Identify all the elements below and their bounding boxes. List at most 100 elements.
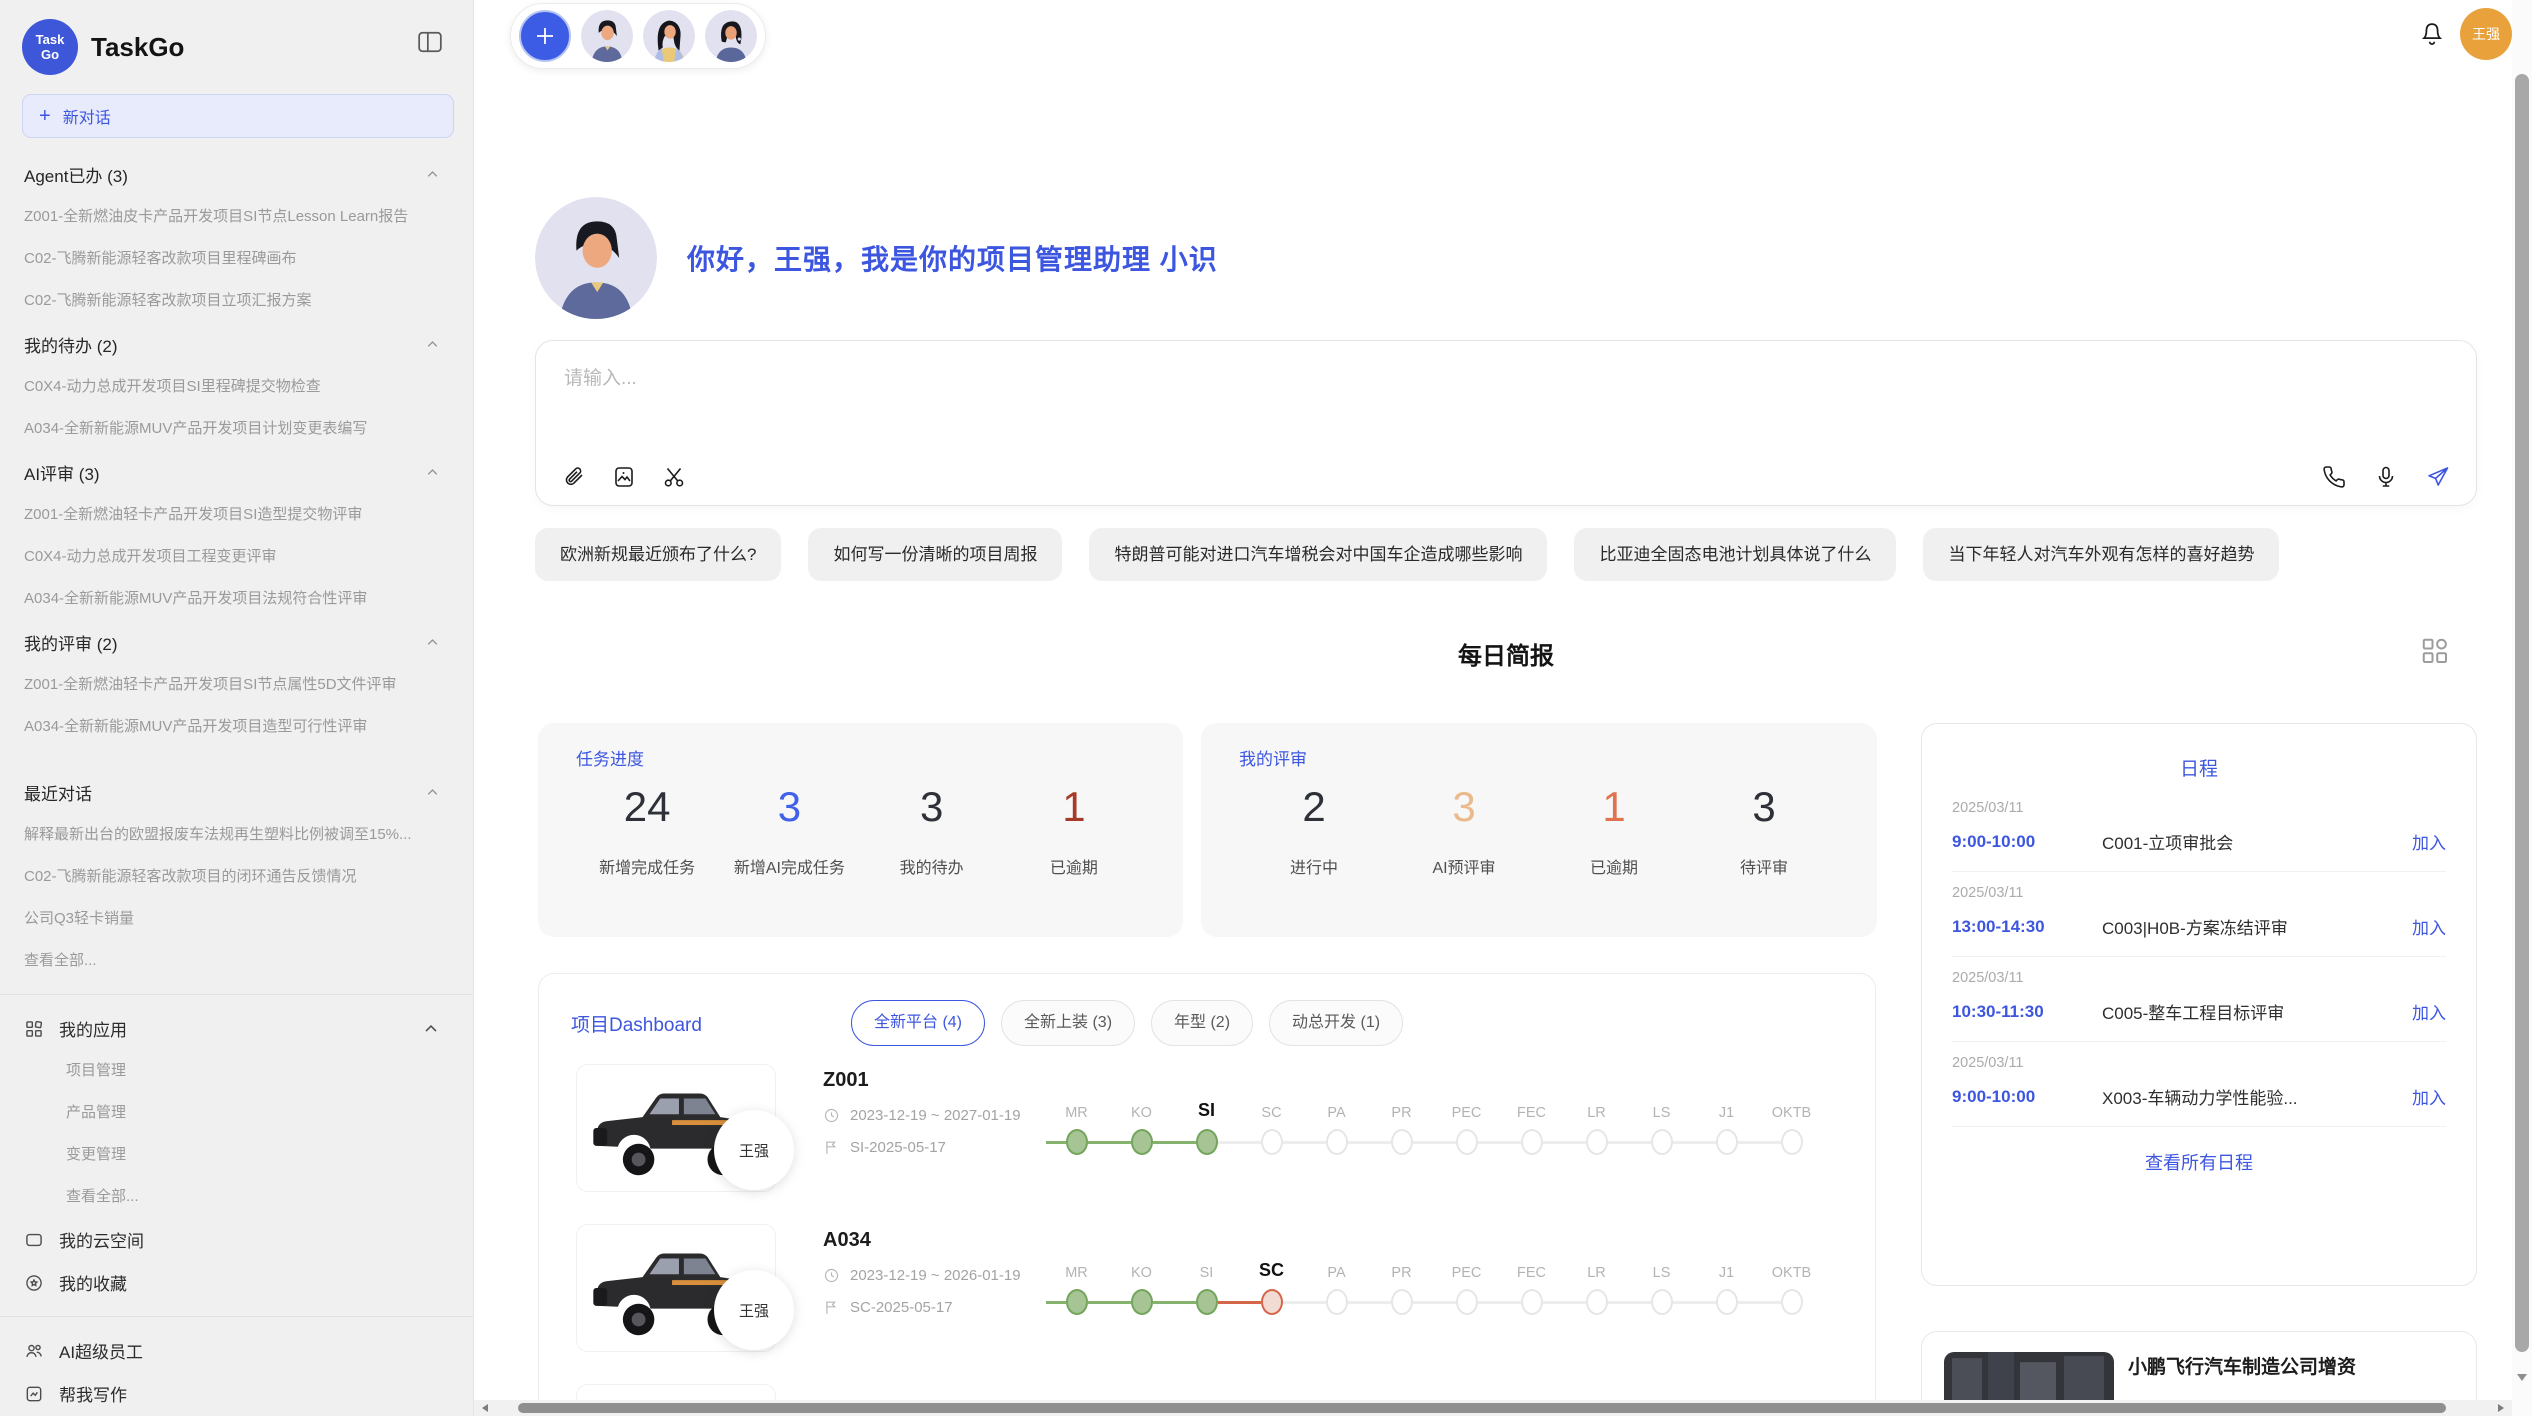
- sidebar-item-my-apps[interactable]: 我的应用: [0, 1007, 473, 1050]
- sidebar-section-header[interactable]: 我的待办 (2): [0, 322, 473, 366]
- sidebar-list-item[interactable]: A034-全新新能源MUV产品开发项目法规符合性评审: [0, 578, 473, 620]
- sidebar-list-item[interactable]: C0X4-动力总成开发项目SI里程碑提交物检查: [0, 366, 473, 408]
- sidebar-list-item[interactable]: Z001-全新燃油轻卡产品开发项目SI节点属性5D文件评审: [0, 664, 473, 706]
- stat: 3我的待办: [861, 784, 1003, 878]
- layout-grid-icon[interactable]: [2420, 636, 2450, 666]
- add-agent-button[interactable]: [519, 10, 571, 62]
- schedule-event-title: C001-立项审批会: [2102, 829, 2412, 854]
- sidebar-list-item[interactable]: 公司Q3轻卡销量: [0, 898, 473, 940]
- chat-input-card[interactable]: [535, 340, 2477, 506]
- suggestion-chip[interactable]: 比亚迪全固态电池计划具体说了什么: [1574, 528, 1896, 581]
- agent-avatar[interactable]: [581, 10, 633, 62]
- vertical-scrollbar-thumb[interactable]: [2515, 74, 2529, 1352]
- sidebar-list-item[interactable]: Z001-全新燃油轻卡产品开发项目SI造型提交物评审: [0, 494, 473, 536]
- dashboard-title: 项目Dashboard: [571, 1010, 851, 1037]
- project-dates: 2023-12-19 ~ 2026-01-19: [850, 1267, 1021, 1284]
- suggestion-chip[interactable]: 欧洲新规最近颁布了什么?: [535, 528, 781, 581]
- project-row[interactable]: 王强 A034 2023-12-19 ~ 2026-01-19 SC-2025-…: [539, 1221, 1875, 1381]
- sidebar-section-header[interactable]: Agent已办 (3): [0, 152, 473, 196]
- project-row[interactable]: 王强 Z001 2023-12-19 ~ 2027-01-19 SI-2025-…: [539, 1061, 1875, 1221]
- sidebar-item-cloud-space[interactable]: 我的云空间: [0, 1218, 473, 1261]
- image-icon[interactable]: [612, 465, 636, 489]
- join-link[interactable]: 加入: [2412, 914, 2446, 939]
- sidebar-list-item[interactable]: 解释最新出台的欧盟报废车法规再生塑料比例被调至15%...: [0, 814, 473, 856]
- milestone-label: LS: [1629, 1105, 1694, 1121]
- filter-pill[interactable]: 全新平台 (4): [851, 1000, 985, 1046]
- milestone-label: SI: [1174, 1265, 1239, 1281]
- view-all-schedule-link[interactable]: 查看所有日程: [1952, 1149, 2446, 1175]
- phone-icon[interactable]: [2322, 465, 2346, 489]
- sidebar-list-item[interactable]: 查看全部...: [0, 940, 473, 982]
- suggestion-chips: 欧洲新规最近颁布了什么? 如何写一份清晰的项目周报特朗普可能对进口汽车增税会对中国…: [535, 528, 2477, 581]
- join-link[interactable]: 加入: [2412, 1084, 2446, 1109]
- horizontal-scrollbar[interactable]: [474, 1400, 2512, 1416]
- join-link[interactable]: 加入: [2412, 829, 2446, 854]
- sidebar-app-subitem[interactable]: 变更管理: [0, 1134, 473, 1176]
- sidebar-list-item[interactable]: C02-飞腾新能源轻客改款项目立项汇报方案: [0, 280, 473, 322]
- user-avatar[interactable]: 王强: [2460, 8, 2512, 60]
- notification-bell-icon[interactable]: [2418, 20, 2446, 48]
- filter-pill[interactable]: 全新上装 (3): [1001, 1000, 1135, 1046]
- microphone-icon[interactable]: [2374, 465, 2398, 489]
- sidebar-list-item[interactable]: C02-飞腾新能源轻客改款项目的闭环通告反馈情况: [0, 856, 473, 898]
- new-chat-button[interactable]: + 新对话: [22, 94, 454, 138]
- sidebar-list-item[interactable]: C0X4-动力总成开发项目工程变更评审: [0, 536, 473, 578]
- user-name: 王强: [2472, 24, 2500, 44]
- sidebar-app-subitem[interactable]: 项目管理: [0, 1050, 473, 1092]
- sidebar-app-subitem[interactable]: 产品管理: [0, 1092, 473, 1134]
- milestone-dot: [1066, 1129, 1088, 1155]
- sidebar-section-header[interactable]: 最近对话: [0, 770, 473, 814]
- scroll-down-arrow-icon[interactable]: [2517, 1374, 2527, 1381]
- paperclip-icon[interactable]: [562, 465, 586, 489]
- suggestion-chip[interactable]: 特朗普可能对进口汽车增税会对中国车企造成哪些影响: [1089, 528, 1547, 581]
- briefing-stat-card: 我的评审2进行中3AI预评审1已逾期3待评审: [1201, 723, 1877, 937]
- sidebar-lists: Agent已办 (3)Z001-全新燃油皮卡产品开发项目SI节点Lesson L…: [0, 152, 473, 1416]
- cloud-space-icon: [24, 1230, 44, 1250]
- suggestion-chip[interactable]: 当下年轻人对汽车外观有怎样的喜好趋势: [1923, 528, 2279, 581]
- scissors-icon[interactable]: [662, 465, 686, 489]
- stat-label: 进行中: [1239, 854, 1389, 878]
- sidebar-item-ai-staff[interactable]: AI超级员工: [0, 1329, 473, 1372]
- stat: 24新增完成任务: [576, 784, 718, 878]
- sidebar-item-favorites[interactable]: 我的收藏: [0, 1261, 473, 1304]
- chat-input[interactable]: [564, 363, 2064, 423]
- milestone-dot: [1456, 1129, 1478, 1155]
- scroll-left-arrow-icon[interactable]: [482, 1404, 488, 1412]
- milestone-label: PEC: [1434, 1105, 1499, 1121]
- sidebar-list-item[interactable]: A034-全新新能源MUV产品开发项目计划变更表编写: [0, 408, 473, 450]
- milestone-label: KO: [1109, 1105, 1174, 1121]
- agent-avatar[interactable]: [705, 10, 757, 62]
- help-write-label: 帮我写作: [59, 1381, 127, 1406]
- project-info: Z001 2023-12-19 ~ 2027-01-19 SI-2025-05-…: [823, 1069, 1021, 1156]
- collapse-sidebar-icon[interactable]: [417, 30, 443, 54]
- briefing-stat-card: 任务进度24新增完成任务3新增AI完成任务3我的待办1已逾期: [538, 723, 1183, 937]
- milestone-dot: [1196, 1289, 1218, 1315]
- vertical-scrollbar[interactable]: [2512, 0, 2532, 1416]
- sidebar-app-subitem[interactable]: 查看全部...: [0, 1176, 473, 1218]
- stat: 3AI预评审: [1389, 784, 1539, 878]
- join-link[interactable]: 加入: [2412, 999, 2446, 1024]
- suggestion-chip[interactable]: 如何写一份清晰的项目周报: [808, 528, 1062, 581]
- filter-pill[interactable]: 动总开发 (1): [1269, 1000, 1403, 1046]
- milestone-label: PA: [1304, 1265, 1369, 1281]
- sidebar-list-item[interactable]: A034-全新新能源MUV产品开发项目造型可行性评审: [0, 706, 473, 748]
- milestone-dot: [1586, 1129, 1608, 1155]
- logo-line2: Go: [41, 47, 59, 62]
- milestone-dot: [1651, 1129, 1673, 1155]
- sidebar-item-help-write[interactable]: 帮我写作: [0, 1372, 473, 1415]
- sidebar-section-header[interactable]: AI评审 (3): [0, 450, 473, 494]
- schedule-event-title: C003|H0B-方案冻结评审: [2102, 914, 2412, 939]
- project-milestone-date: SC-2025-05-17: [850, 1299, 953, 1316]
- milestone-dot: [1131, 1289, 1153, 1315]
- filter-pill[interactable]: 年型 (2): [1151, 1000, 1253, 1046]
- milestone-label: PR: [1369, 1105, 1434, 1121]
- horizontal-scrollbar-thumb[interactable]: [518, 1403, 2446, 1413]
- send-icon[interactable]: [2426, 465, 2450, 489]
- sidebar-list-item[interactable]: Z001-全新燃油皮卡产品开发项目SI节点Lesson Learn报告: [0, 196, 473, 238]
- sidebar-list-item[interactable]: C02-飞腾新能源轻客改款项目里程碑画布: [0, 238, 473, 280]
- scroll-right-arrow-icon[interactable]: [2498, 1404, 2504, 1412]
- milestone-labels: MRKOSISCPAPRPECFECLRLSJ1OKTB: [1044, 1089, 1824, 1121]
- agent-avatar[interactable]: [643, 10, 695, 62]
- stat-value: 3: [1389, 784, 1539, 830]
- sidebar-section-header[interactable]: 我的评审 (2): [0, 620, 473, 664]
